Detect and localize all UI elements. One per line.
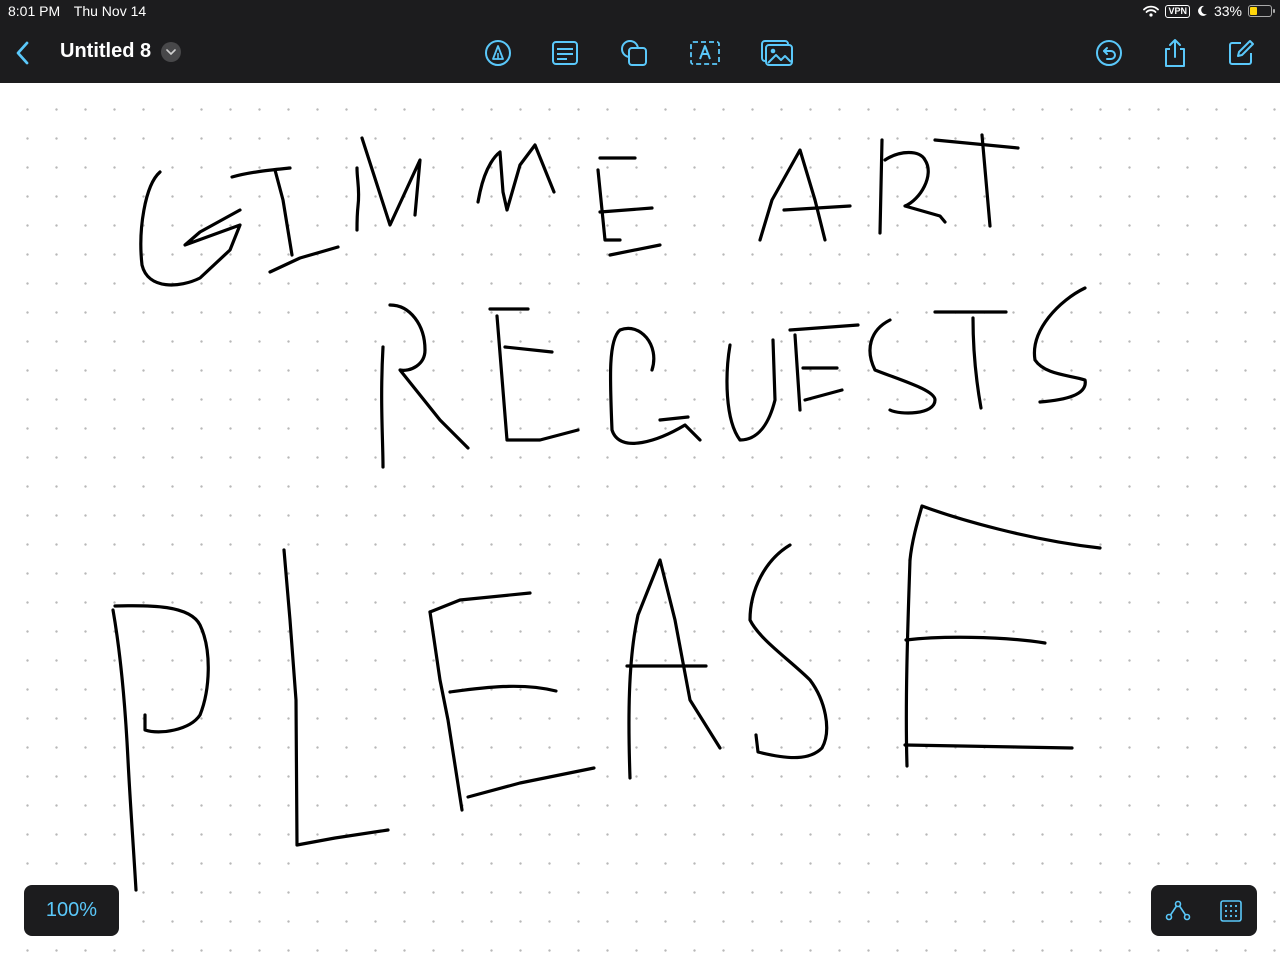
bottom-right-tools: [1151, 885, 1257, 936]
wifi-icon: [1143, 5, 1160, 17]
share-button[interactable]: [1158, 36, 1192, 70]
compose-icon: [1229, 40, 1254, 65]
text-button[interactable]: [688, 36, 722, 70]
battery-icon: [1248, 5, 1275, 17]
handwriting-drawing: [111, 133, 1102, 892]
media-icon: [761, 40, 793, 66]
status-date: Thu Nov 14: [73, 3, 147, 19]
handwriting-requests: [380, 286, 1087, 469]
grid-toggle-button[interactable]: [1211, 891, 1251, 931]
grid-icon: [1219, 899, 1242, 922]
status-time: 8:01 PM: [8, 3, 61, 19]
undo-icon: [1096, 40, 1122, 66]
moon-icon: [1198, 5, 1207, 16]
shapes-button[interactable]: [617, 36, 651, 70]
text-icon: [690, 41, 720, 65]
zoom-level-label: 100%: [45, 899, 98, 921]
shapes-icon: [621, 40, 647, 66]
zoom-level-button[interactable]: 100%: [24, 885, 119, 936]
connectors-button[interactable]: [1158, 891, 1198, 931]
text-box-button[interactable]: [548, 36, 582, 70]
title-chevron-icon: [161, 41, 182, 62]
handwriting-gimme-art: [139, 133, 1020, 287]
dotted-canvas[interactable]: [0, 83, 1280, 960]
battery-percent: 33%: [1213, 3, 1242, 19]
handwriting-please: [111, 504, 1102, 892]
markup-pen-icon: [485, 40, 511, 66]
top-toolbar: 8:01 PM Thu Nov 14 VPN 33% Untitled 8: [0, 0, 1280, 83]
undo-button[interactable]: [1092, 36, 1126, 70]
back-chevron-icon: [16, 41, 29, 65]
media-button[interactable]: [760, 36, 794, 70]
document-title-menu[interactable]: Untitled 8: [60, 40, 182, 63]
vpn-badge: VPN: [1165, 4, 1190, 18]
share-icon: [1165, 39, 1185, 67]
text-box-icon: [552, 41, 578, 65]
back-button[interactable]: [6, 36, 40, 70]
document-title: Untitled 8: [60, 40, 152, 62]
status-bar: 8:01 PM Thu Nov 14 VPN 33%: [0, 0, 1280, 24]
connectors-icon: [1165, 900, 1190, 920]
compose-button[interactable]: [1224, 36, 1258, 70]
markup-button[interactable]: [481, 36, 515, 70]
